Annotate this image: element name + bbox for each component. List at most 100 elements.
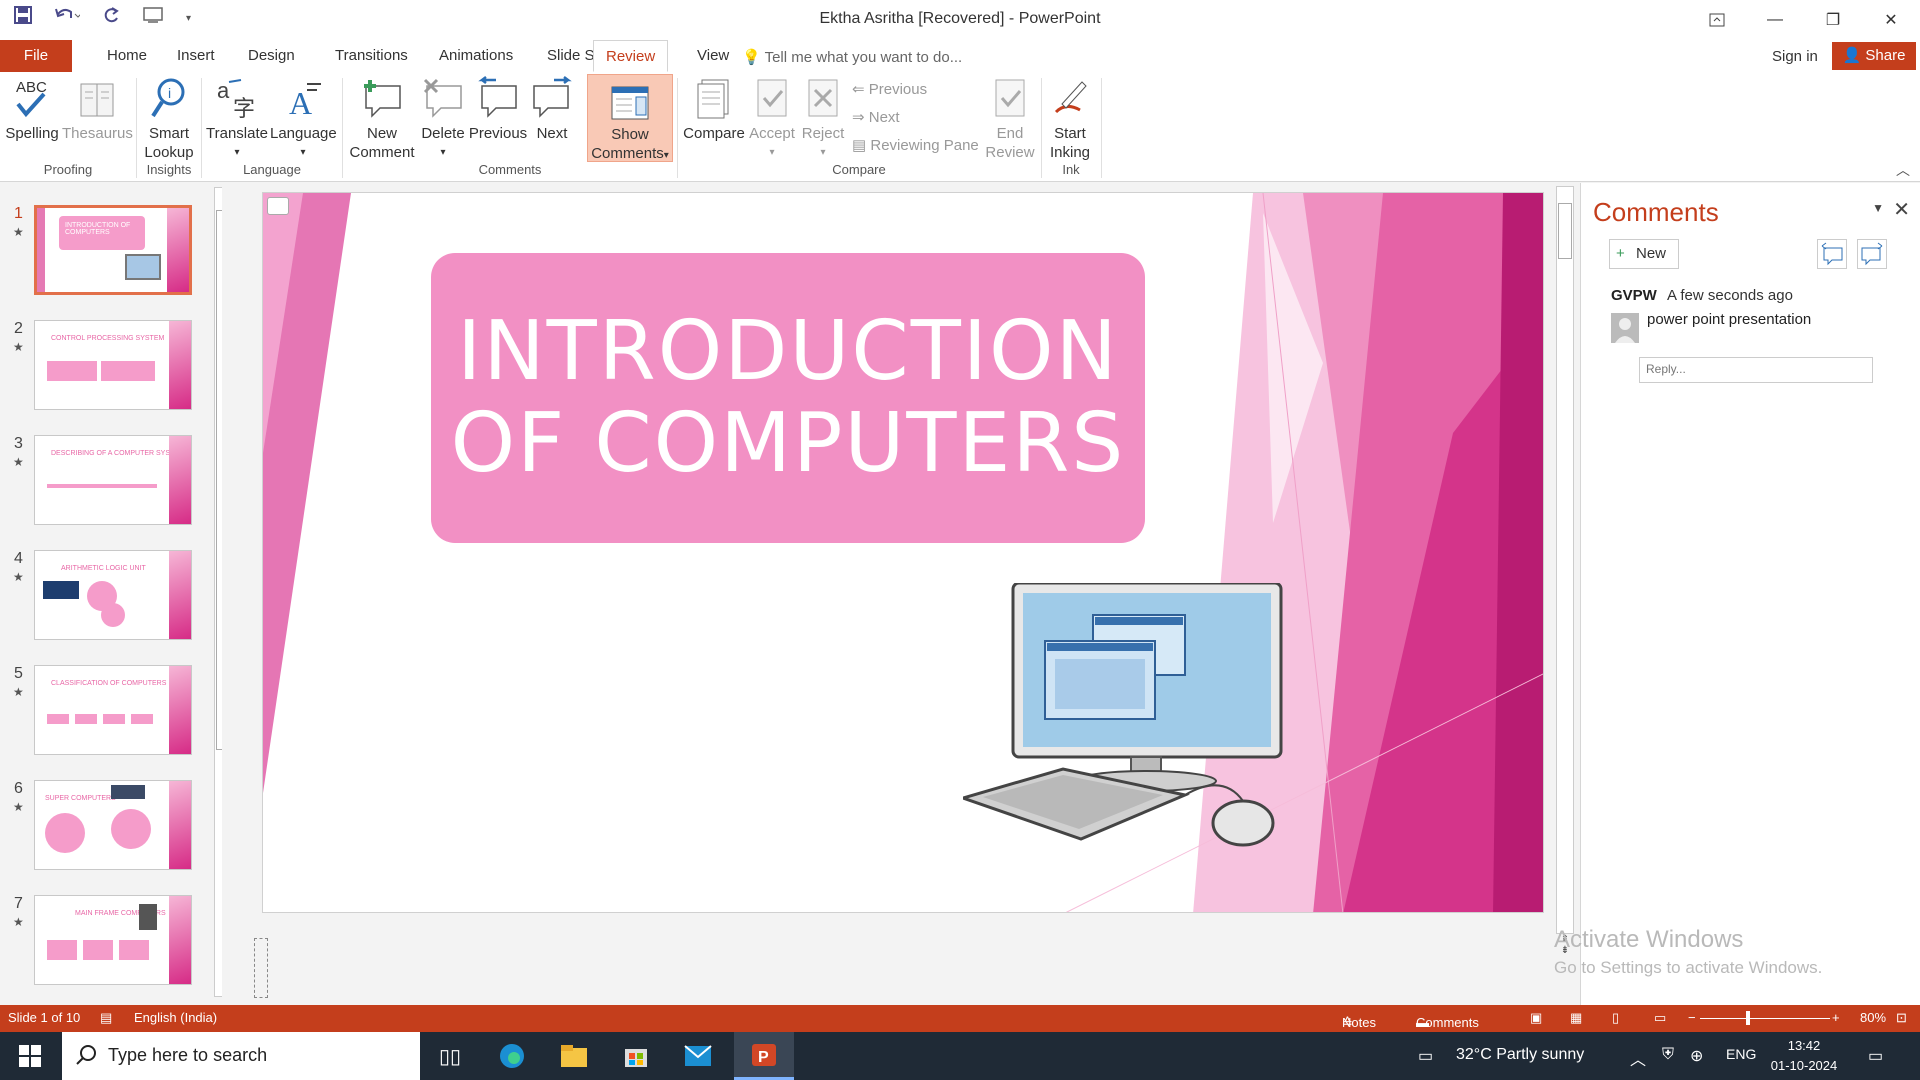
animation-star-icon: ★ — [13, 915, 24, 929]
accept-dropdown-icon: ▾ — [769, 147, 775, 158]
computer-illustration[interactable] — [963, 583, 1283, 883]
animation-star-icon: ★ — [13, 225, 24, 239]
tab-transitions[interactable]: Transitions — [323, 40, 420, 72]
compare-next-button[interactable]: ⇒ Next — [852, 108, 900, 126]
windows-taskbar: Type here to search ▯▯ P ▭ 32°C Partly s… — [0, 1032, 1920, 1080]
tab-design[interactable]: Design — [236, 40, 307, 72]
reject-button[interactable]: Reject ▾ — [798, 76, 848, 162]
thesaurus-button[interactable]: Thesaurus — [62, 76, 133, 143]
slide-title-line-1: INTRODUCTION — [457, 304, 1119, 399]
tell-me-search[interactable]: 💡 Tell me what you want to do... — [742, 48, 962, 66]
translate-button[interactable]: a字 Translate ▾ — [206, 76, 268, 162]
slide-scroll-thumb[interactable] — [1558, 203, 1572, 259]
fit-to-window-icon[interactable]: ⊡ — [1896, 1010, 1907, 1026]
language-button[interactable]: A Language ▾ — [270, 76, 337, 162]
tab-file[interactable]: File — [0, 40, 72, 72]
reviewing-pane-button[interactable]: ▤ Reviewing Pane — [852, 136, 979, 154]
notes-placeholder-marker — [254, 938, 268, 998]
weather-icon[interactable]: ▭ — [1418, 1046, 1433, 1066]
language-dropdown-icon: ▾ — [300, 147, 306, 158]
smart-lookup-button[interactable]: i Smart Lookup — [142, 76, 196, 162]
slide-title-box[interactable]: INTRODUCTION OF COMPUTERS — [431, 253, 1145, 543]
weather-text[interactable]: 32°C Partly sunny — [1456, 1046, 1584, 1064]
slide-canvas[interactable]: INTRODUCTION OF COMPUTERS — [262, 192, 1544, 913]
zoom-level[interactable]: 80% — [1860, 1010, 1886, 1025]
close-pane-icon[interactable]: ✕ — [1893, 197, 1910, 222]
show-comments-button[interactable]: Show Comments▾ — [587, 74, 673, 162]
file-explorer-icon[interactable] — [556, 1040, 592, 1072]
thumbnail-slide-5[interactable]: 5 ★ CLASSIFICATION OF COMPUTERS — [0, 665, 210, 765]
tab-insert[interactable]: Insert — [165, 40, 227, 72]
globe-icon[interactable]: ⊕ — [1690, 1046, 1703, 1066]
ribbon: ABC Spelling Thesaurus Proofing i Smart … — [0, 72, 1920, 182]
zoom-out-icon[interactable]: − — [1688, 1010, 1696, 1025]
collapse-ribbon-icon[interactable]: ︿ — [1896, 160, 1910, 180]
accept-button[interactable]: Accept ▾ — [746, 76, 798, 162]
pane-options-icon[interactable]: ▼ — [1872, 201, 1884, 215]
comment-marker-icon[interactable] — [267, 197, 289, 215]
tab-review[interactable]: Review — [593, 40, 669, 72]
comment-author: GVPW — [1611, 287, 1657, 304]
thumbnail-slide-4[interactable]: 4 ★ ARITHMETIC LOGIC UNIT — [0, 550, 210, 650]
ribbon-display-options-icon[interactable] — [1688, 0, 1746, 40]
animation-star-icon: ★ — [13, 685, 24, 699]
clock[interactable]: 13:42 01-10-2024 — [1768, 1036, 1840, 1076]
windows-start-icon[interactable] — [12, 1040, 48, 1072]
thumbnail-slide-3[interactable]: 3 ★ DESCRIBING OF A COMPUTER SYSTEM — [0, 435, 210, 535]
thumbnail-slide-1[interactable]: 1 ★ INTRODUCTION OF COMPUTERS — [0, 205, 210, 305]
compare-previous-button[interactable]: ⇐ Previous — [852, 80, 927, 98]
share-button[interactable]: 👤 Share — [1832, 42, 1916, 70]
zoom-slider[interactable] — [1700, 1018, 1830, 1019]
smart-lookup-icon: i — [142, 76, 196, 120]
tab-view[interactable]: View — [685, 40, 741, 72]
zoom-slider-thumb[interactable] — [1746, 1011, 1750, 1025]
next-comment-button[interactable]: Next — [530, 76, 574, 143]
book-icon — [62, 76, 132, 120]
reading-view-icon[interactable]: ▯ — [1612, 1010, 1619, 1026]
previous-comment-pane-icon[interactable] — [1817, 239, 1847, 269]
show-hidden-icons[interactable]: ︿ — [1630, 1046, 1646, 1070]
task-view-icon[interactable]: ▯▯ — [432, 1040, 468, 1072]
next-change-icon: ⇒ — [852, 109, 865, 126]
compare-button[interactable]: Compare — [682, 76, 746, 143]
language-indicator[interactable]: English (India) — [134, 1010, 217, 1025]
network-shield-icon[interactable]: ⛨ — [1662, 1046, 1674, 1064]
delete-comment-button[interactable]: Delete ▾ — [418, 76, 468, 162]
taskbar-search-box[interactable]: Type here to search — [62, 1032, 420, 1080]
end-review-button[interactable]: End Review — [984, 76, 1036, 162]
thumbnail-slide-6[interactable]: 6 ★ SUPER COMPUTERS — [0, 780, 210, 880]
spell-check-icon[interactable]: ▤ — [100, 1010, 112, 1026]
restore-icon[interactable]: ❐ — [1804, 0, 1862, 40]
slide-vertical-scrollbar[interactable] — [1556, 186, 1574, 934]
search-icon — [76, 1044, 98, 1071]
new-comment-button[interactable]: New Comment — [346, 76, 418, 162]
sign-in-link[interactable]: Sign in — [1772, 48, 1818, 65]
svg-text:字: 字 — [233, 97, 255, 120]
zoom-in-icon[interactable]: + — [1832, 1010, 1840, 1025]
tab-home[interactable]: Home — [95, 40, 159, 72]
microsoft-store-icon[interactable] — [618, 1040, 654, 1072]
slide-sorter-icon[interactable]: ▦ — [1570, 1010, 1582, 1026]
reply-input[interactable]: Reply... — [1639, 357, 1873, 383]
edge-icon[interactable] — [494, 1040, 530, 1072]
slide-show-icon[interactable]: ▭ — [1654, 1010, 1666, 1026]
minimize-icon[interactable]: — — [1746, 0, 1804, 40]
thumbnail-slide-7[interactable]: 7 ★ MAIN FRAME COMPUTERS — [0, 895, 210, 995]
normal-view-icon[interactable]: ▣ — [1530, 1010, 1542, 1026]
tab-animations[interactable]: Animations — [427, 40, 525, 72]
input-language[interactable]: ENG — [1726, 1046, 1756, 1062]
window-title: Ektha Asritha [Recovered] - PowerPoint — [819, 10, 1101, 27]
previous-comment-button[interactable]: Previous — [468, 76, 528, 143]
new-comment-pane-button[interactable]: + New — [1609, 239, 1679, 269]
thumbnail-slide-2[interactable]: 2 ★ CONTROL PROCESSING SYSTEM — [0, 320, 210, 420]
spelling-button[interactable]: ABC Spelling — [4, 76, 60, 143]
svg-text:a: a — [217, 78, 230, 103]
powerpoint-taskbar-icon[interactable]: P — [734, 1032, 794, 1080]
close-icon[interactable]: ✕ — [1862, 0, 1920, 40]
notifications-icon[interactable]: ▭ — [1868, 1046, 1883, 1066]
start-inking-button[interactable]: Start Inking — [1046, 76, 1094, 162]
mail-icon[interactable] — [680, 1040, 716, 1072]
group-ink-label: Ink — [1062, 162, 1080, 177]
next-comment-pane-icon[interactable] — [1857, 239, 1887, 269]
show-comments-icon — [588, 77, 672, 121]
